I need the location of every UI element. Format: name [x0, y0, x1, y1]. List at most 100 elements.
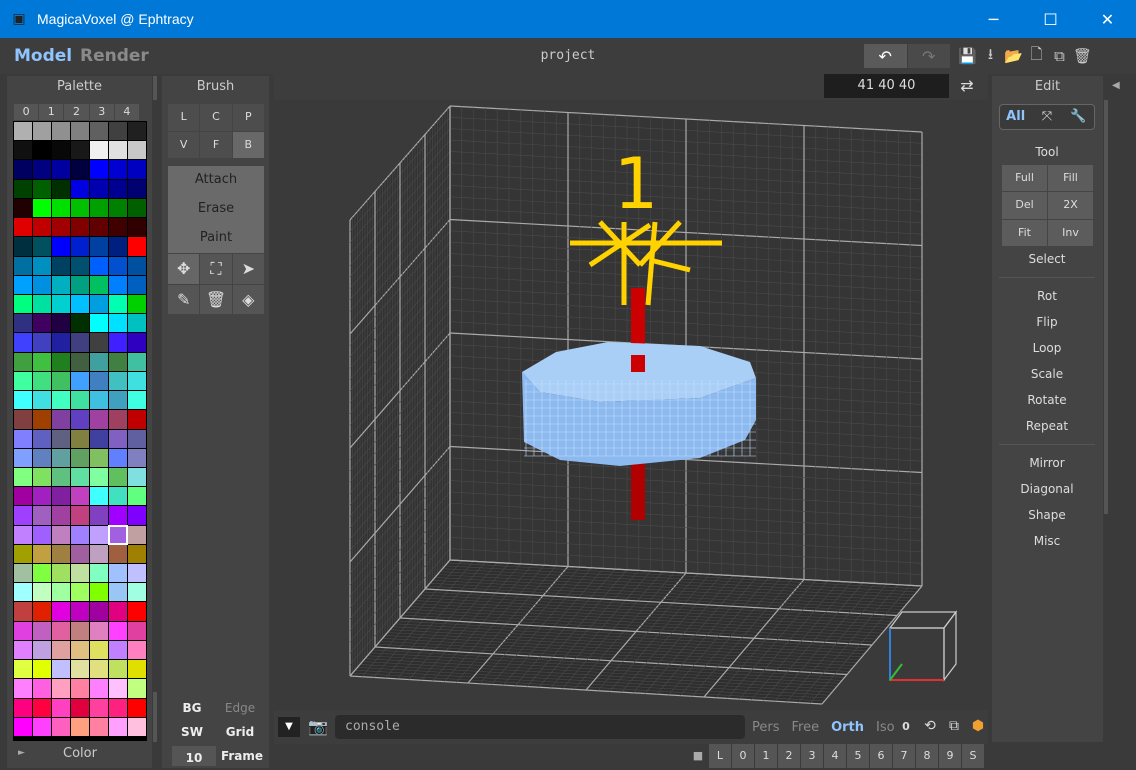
bg-toggle[interactable]: BG	[168, 696, 216, 720]
palette-swatch[interactable]	[52, 564, 70, 583]
reset-view-icon[interactable]: ⟲	[918, 718, 942, 736]
palette-swatch[interactable]	[33, 544, 51, 564]
grid-toggle[interactable]: Grid	[216, 720, 264, 744]
palette-swatch[interactable]	[109, 506, 127, 525]
palette-swatch[interactable]	[52, 621, 70, 640]
palette-swatch[interactable]	[52, 467, 70, 487]
palette-swatch[interactable]	[90, 122, 108, 141]
palette-swatch[interactable]	[14, 314, 32, 333]
palette-swatch[interactable]	[33, 467, 51, 487]
palette-swatch[interactable]	[71, 352, 89, 371]
palette-swatch[interactable]	[90, 314, 108, 333]
palette-swatch[interactable]	[128, 487, 146, 506]
bucket-icon[interactable]: ◈	[232, 284, 264, 314]
palette-swatch[interactable]	[14, 564, 32, 583]
copy-file-icon[interactable]: ⧉	[1048, 45, 1071, 67]
palette-swatch[interactable]	[52, 640, 70, 660]
palette-swatch[interactable]	[33, 525, 51, 544]
camera-icon[interactable]: 📷	[308, 717, 328, 737]
palette-swatch[interactable]	[33, 410, 51, 429]
palette-swatch[interactable]	[90, 141, 108, 160]
palette-swatch[interactable]	[128, 448, 146, 467]
edit-tab-tools[interactable]: 🔧	[1063, 105, 1094, 129]
palette-swatch[interactable]	[109, 640, 127, 660]
palette-swatch[interactable]	[52, 429, 70, 448]
palette-swatch[interactable]	[71, 717, 89, 736]
palette-swatch[interactable]	[33, 506, 51, 525]
palette-swatch[interactable]	[14, 583, 32, 602]
layer-0[interactable]: 0	[732, 744, 754, 768]
palette-swatch[interactable]	[90, 237, 108, 256]
palette-swatch[interactable]	[52, 679, 70, 698]
palette-swatch[interactable]	[90, 487, 108, 506]
palette-swatch[interactable]	[33, 717, 51, 736]
palette-swatch[interactable]	[71, 525, 89, 544]
attach-button[interactable]: Attach	[168, 166, 264, 195]
palette-swatch[interactable]	[52, 525, 70, 544]
palette-swatch[interactable]	[14, 448, 32, 467]
palette-swatch[interactable]	[52, 698, 70, 717]
palette-swatch[interactable]	[71, 256, 89, 275]
palette-swatch[interactable]	[90, 506, 108, 525]
palette-swatch[interactable]	[128, 410, 146, 429]
palette-swatch[interactable]	[52, 487, 70, 506]
palette-swatch[interactable]	[109, 179, 127, 198]
palette-swatch[interactable]	[14, 698, 32, 717]
palette-swatch[interactable]	[52, 660, 70, 679]
palette-swatch[interactable]	[109, 660, 127, 679]
palette-swatch[interactable]	[90, 218, 108, 237]
palette-swatch[interactable]	[128, 160, 146, 179]
layer-2[interactable]: 2	[778, 744, 800, 768]
palette-swatch[interactable]	[109, 275, 127, 294]
import-icon[interactable]: ⭳	[979, 45, 1002, 67]
palette-swatch[interactable]	[33, 294, 51, 314]
palette-swatch[interactable]	[52, 602, 70, 621]
palette-swatch[interactable]	[52, 371, 70, 391]
palette-swatch[interactable]	[109, 333, 127, 352]
palette-swatch[interactable]	[33, 487, 51, 506]
palette-swatch[interactable]	[109, 391, 127, 410]
palette-swatch[interactable]	[109, 410, 127, 429]
palette-swatch[interactable]	[109, 122, 127, 141]
palette-swatch[interactable]	[128, 314, 146, 333]
palette-swatch[interactable]	[33, 640, 51, 660]
palette-swatch[interactable]	[14, 122, 32, 141]
diagonal-button[interactable]: Diagonal	[999, 482, 1095, 496]
palette-swatch[interactable]	[128, 660, 146, 679]
select-box-icon[interactable]: ⛶	[200, 254, 232, 284]
save-icon[interactable]: 💾	[956, 45, 979, 67]
palette-swatch[interactable]	[14, 179, 32, 198]
palette-swatch[interactable]	[90, 198, 108, 218]
palette-swatch[interactable]	[52, 391, 70, 410]
palette-swatch[interactable]	[33, 583, 51, 602]
palette-swatch[interactable]	[33, 621, 51, 640]
palette-swatch[interactable]	[71, 314, 89, 333]
palette-swatch[interactable]	[52, 275, 70, 294]
palette-swatch[interactable]	[71, 698, 89, 717]
palette-swatch[interactable]	[52, 256, 70, 275]
move-icon[interactable]: ✥	[168, 254, 200, 284]
close-button[interactable]: ✕	[1079, 0, 1136, 38]
palette-swatch[interactable]	[71, 333, 89, 352]
palette-swatch[interactable]	[109, 487, 127, 506]
trash-icon[interactable]: 🗑	[200, 284, 232, 314]
palette-swatch[interactable]	[14, 333, 32, 352]
palette-tab-3[interactable]: 3	[89, 104, 114, 120]
palette-swatch[interactable]	[128, 256, 146, 275]
new-file-icon[interactable]: 🗋	[1025, 45, 1048, 67]
console-input[interactable]: console	[335, 715, 745, 739]
palette-swatch[interactable]	[33, 198, 51, 218]
palette-swatch[interactable]	[14, 487, 32, 506]
view-orth[interactable]: Orth	[831, 720, 864, 735]
view-pers[interactable]: Pers	[752, 720, 780, 735]
layout-icon[interactable]: ⧉	[942, 718, 966, 736]
misc-button[interactable]: Misc	[999, 534, 1095, 548]
del-button[interactable]: Del	[1002, 192, 1047, 219]
palette-swatch[interactable]	[90, 564, 108, 583]
palette-swatch[interactable]	[71, 506, 89, 525]
layer-4[interactable]: 4	[824, 744, 846, 768]
palette-swatch[interactable]	[71, 218, 89, 237]
palette-swatch[interactable]	[33, 352, 51, 371]
brush-mode-p[interactable]: P	[232, 104, 264, 131]
brush-mode-c[interactable]: C	[200, 104, 232, 131]
